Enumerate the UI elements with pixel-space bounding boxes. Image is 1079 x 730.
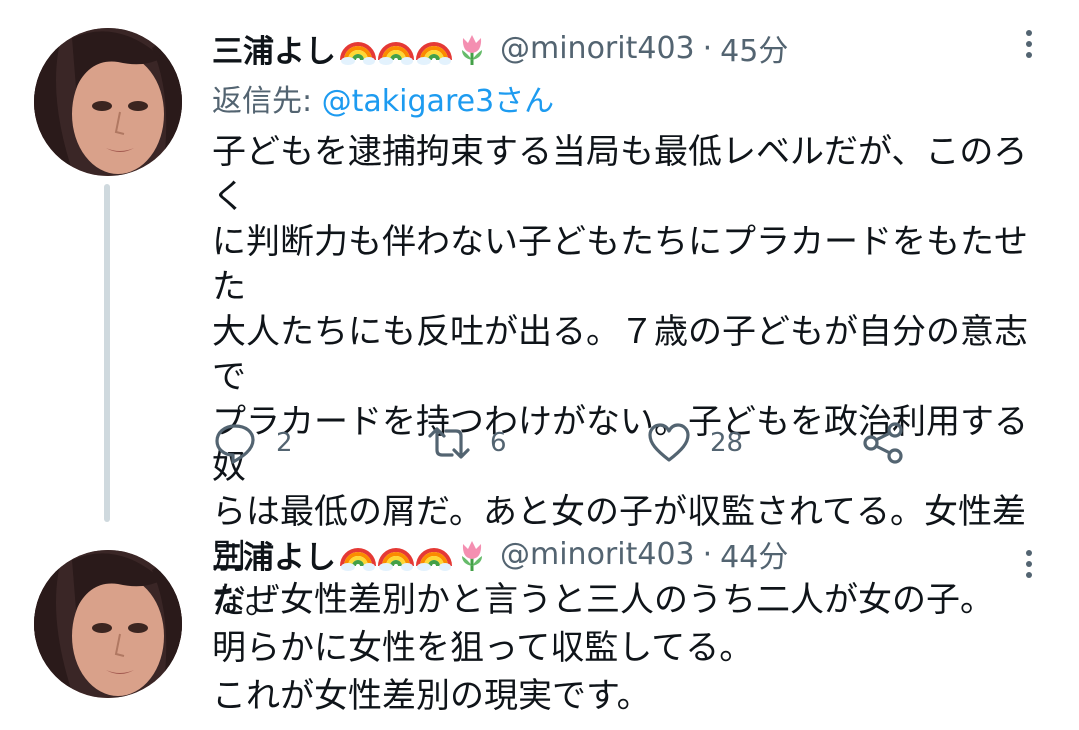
rainbow-emoji: [416, 42, 452, 65]
avatar[interactable]: [34, 28, 182, 176]
reply-button[interactable]: 2: [212, 420, 426, 466]
like-count: 28: [710, 428, 744, 458]
avatar[interactable]: [34, 550, 182, 698]
rainbow-emoji: [416, 548, 452, 571]
user-handle[interactable]: @minorit403: [500, 31, 695, 66]
like-button[interactable]: 28: [646, 420, 860, 466]
rainbow-emoji: [378, 42, 414, 65]
tweet-actions: 2 6 28: [212, 420, 906, 466]
tulip-emoji: [462, 35, 482, 65]
separator-dot: ·: [702, 30, 713, 66]
thread-connector-line: [104, 184, 110, 522]
name-emojis: [340, 536, 490, 572]
rainbow-emoji: [340, 42, 376, 65]
tweet-header: 三浦よし: [212, 26, 1039, 70]
tweet-header: 三浦よし: [212, 532, 1039, 576]
comment-icon: [215, 424, 255, 464]
retweet-icon: [428, 427, 470, 459]
reply-to-label: 返信先:: [212, 84, 322, 119]
rainbow-emoji: [340, 548, 376, 571]
retweet-count: 6: [490, 428, 507, 458]
tweet[interactable]: 三浦よし: [0, 520, 1079, 730]
separator-dot: ·: [702, 536, 713, 572]
reply-count: 2: [276, 428, 293, 458]
tulip-emoji: [462, 541, 482, 571]
timestamp[interactable]: 44分: [720, 532, 788, 576]
user-handle[interactable]: @minorit403: [500, 537, 695, 572]
heart-icon: [648, 423, 690, 462]
tweet-text: なぜ女性差別かと言うと三人のうち二人が女の子。 明らかに女性を狙って収監してる。…: [212, 580, 994, 716]
reply-to-suffix[interactable]: さん: [494, 84, 554, 119]
share-icon: [863, 422, 903, 464]
more-options-icon[interactable]: [1009, 24, 1049, 64]
display-name[interactable]: 三浦よし: [212, 532, 336, 577]
name-emojis: [340, 30, 490, 66]
reply-to-line: 返信先: @takigare3さん: [212, 76, 1039, 119]
timestamp[interactable]: 45分: [720, 26, 788, 70]
tweet[interactable]: 三浦よし: [0, 0, 1079, 622]
more-options-icon[interactable]: [1009, 544, 1049, 584]
display-name[interactable]: 三浦よし: [212, 26, 336, 71]
reply-to-handle[interactable]: @takigare3: [322, 84, 495, 119]
rainbow-emoji: [378, 548, 414, 571]
retweet-button[interactable]: 6: [426, 420, 646, 466]
share-button[interactable]: [860, 420, 906, 466]
